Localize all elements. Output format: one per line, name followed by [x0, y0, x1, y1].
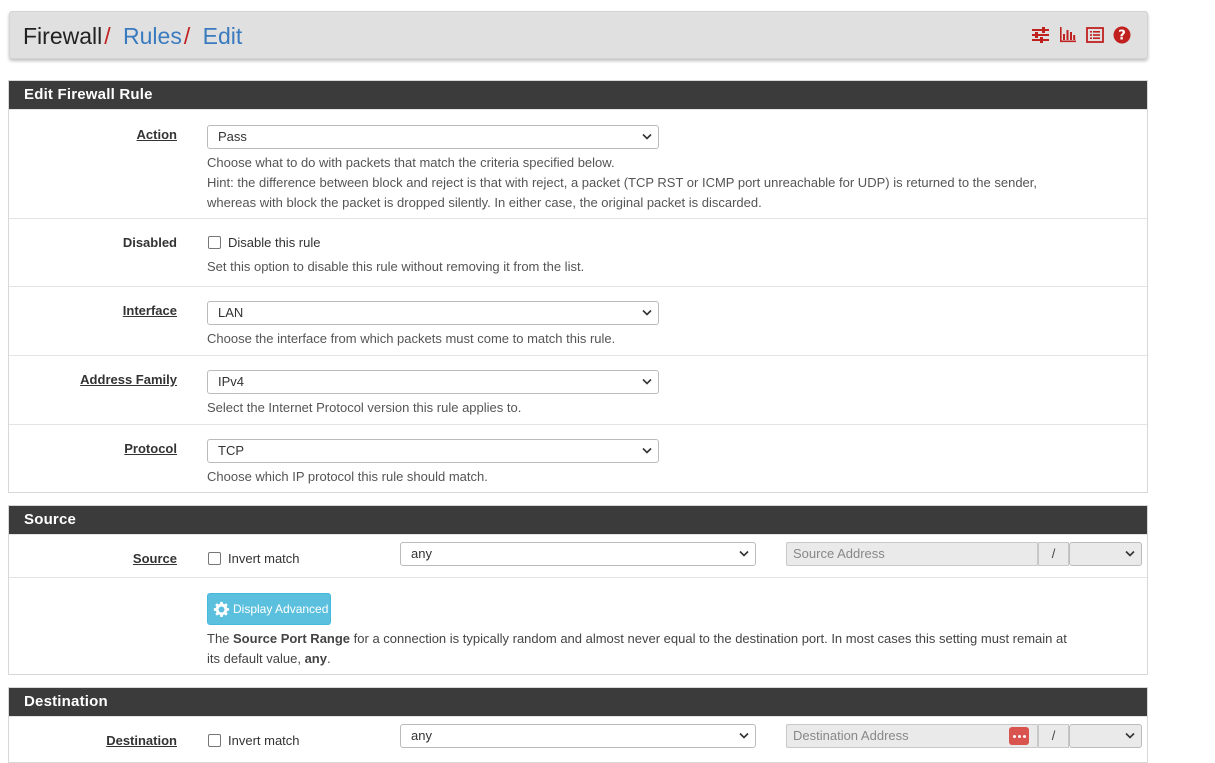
svg-text:?: ?	[1118, 29, 1126, 44]
address-family-label: Address Family	[80, 372, 177, 387]
protocol-select[interactable]: TCP	[207, 439, 659, 463]
chevron-down-icon	[642, 447, 652, 454]
list-icon[interactable]	[1086, 26, 1104, 44]
checkbox-box[interactable]	[208, 236, 221, 249]
checkbox-box[interactable]	[208, 734, 221, 747]
source-address-input[interactable]: Source Address	[786, 542, 1038, 566]
interface-select[interactable]: LAN	[207, 301, 659, 325]
interface-label: Interface	[122, 303, 177, 318]
source-label: Source	[132, 551, 177, 566]
chevron-down-icon	[739, 732, 749, 739]
destination-mask-slash: /	[1038, 724, 1069, 748]
source-mask-slash: /	[1038, 542, 1069, 566]
checkbox-box[interactable]	[208, 552, 221, 565]
chevron-down-icon	[1125, 732, 1135, 739]
destination-address-input[interactable]: Destination Address	[786, 724, 1038, 748]
help-icon[interactable]: ?	[1113, 26, 1131, 44]
bar-chart-icon[interactable]	[1059, 26, 1077, 44]
chevron-down-icon	[642, 133, 652, 140]
breadcrumb-firewall: Firewall	[23, 23, 103, 49]
protocol-help: Choose which IP protocol this rule shoul…	[207, 469, 488, 484]
breadcrumb-rules-link[interactable]: Rules	[123, 23, 182, 49]
source-panel: Source Source Invert match any Source Ad…	[8, 505, 1148, 675]
source-row: Source Invert match any Source Address /	[9, 534, 1147, 577]
disabled-label: Disabled	[122, 235, 177, 250]
address-family-row: Address Family IPv4 Select the Internet …	[9, 355, 1147, 424]
source-type-select[interactable]: any	[400, 542, 756, 566]
action-row: Action Pass Choose what to do with packe…	[9, 109, 1147, 218]
source-invert-checkbox[interactable]: Invert match	[208, 551, 300, 566]
gear-icon	[213, 601, 230, 617]
source-port-help: The Source Port Range for a connection i…	[207, 631, 1067, 666]
destination-type-select[interactable]: any	[400, 724, 756, 748]
chevron-down-icon	[1125, 550, 1135, 557]
edit-rule-panel: Edit Firewall Rule Action Pass Choose wh…	[8, 80, 1148, 493]
source-advanced-row: Display Advanced The Source Port Range f…	[9, 577, 1147, 675]
destination-panel: Destination Destination Invert match any…	[8, 687, 1148, 763]
destination-invert-checkbox[interactable]: Invert match	[208, 733, 300, 748]
panel-title: Edit Firewall Rule	[9, 81, 1147, 109]
sliders-icon[interactable]	[1031, 26, 1050, 44]
chevron-down-icon	[642, 378, 652, 385]
protocol-row: Protocol TCP Choose which IP protocol th…	[9, 424, 1147, 492]
protocol-label: Protocol	[124, 441, 177, 456]
panel-title: Destination	[9, 688, 1147, 716]
action-select[interactable]: Pass	[207, 125, 659, 149]
address-family-help: Select the Internet Protocol version thi…	[207, 400, 522, 415]
breadcrumb-separator: /	[183, 23, 191, 49]
breadcrumb-edit-link[interactable]: Edit	[203, 23, 243, 49]
panel-title: Source	[9, 506, 1147, 534]
disabled-row: Disabled Disable this rule Set this opti…	[9, 218, 1147, 286]
page-header: Firewall/ Rules/ Edit ?	[9, 11, 1148, 59]
chevron-down-icon	[642, 309, 652, 316]
display-advanced-button[interactable]: Display Advanced	[207, 593, 331, 625]
destination-mask-select[interactable]	[1069, 724, 1142, 748]
address-family-select[interactable]: IPv4	[207, 370, 659, 394]
action-label: Action	[136, 127, 177, 142]
more-options-icon[interactable]	[1009, 727, 1029, 745]
source-mask-select[interactable]	[1069, 542, 1142, 566]
breadcrumb-separator: /	[104, 23, 111, 49]
breadcrumb: Firewall/ Rules/ Edit	[23, 23, 242, 49]
action-help: Choose what to do with packets that matc…	[207, 155, 1038, 210]
disable-rule-checkbox[interactable]: Disable this rule	[208, 235, 321, 250]
interface-help: Choose the interface from which packets …	[207, 331, 616, 346]
disabled-help: Set this option to disable this rule wit…	[207, 259, 585, 274]
destination-label: Destination	[106, 733, 177, 748]
chevron-down-icon	[739, 550, 749, 557]
interface-row: Interface LAN Choose the interface from …	[9, 286, 1147, 355]
destination-row: Destination Invert match any Destination…	[9, 716, 1147, 761]
